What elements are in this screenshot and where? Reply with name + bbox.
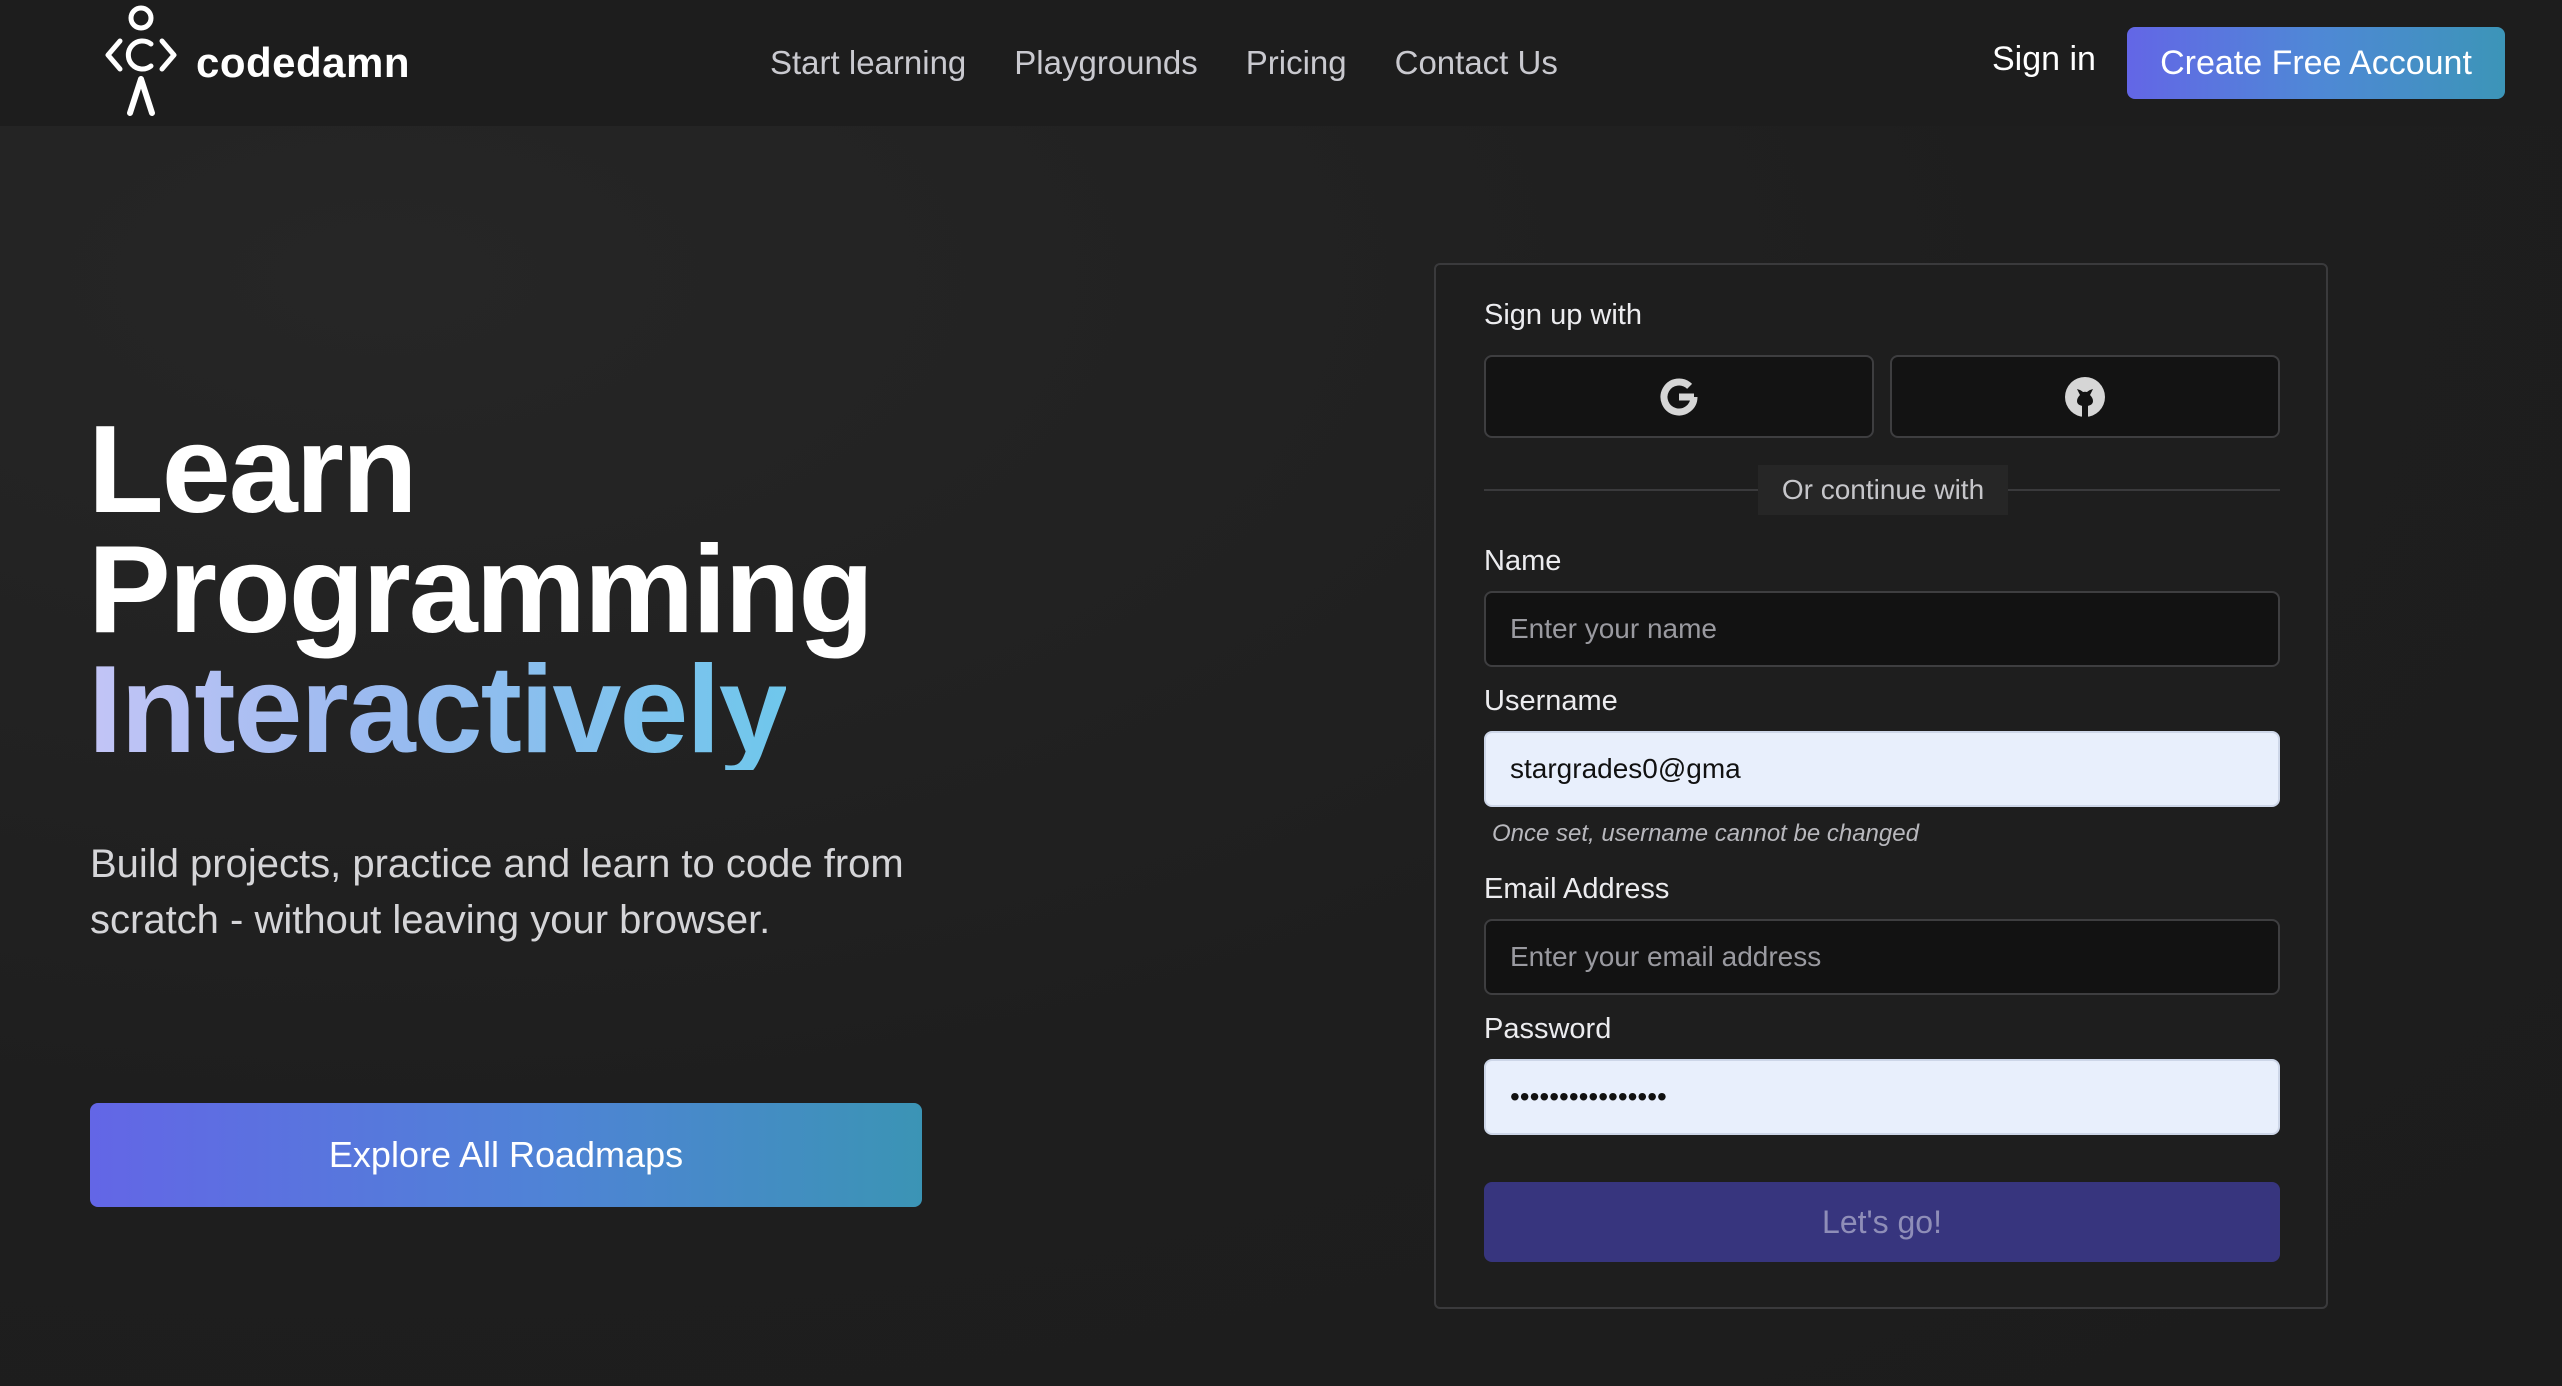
username-label: Username	[1484, 685, 1618, 717]
logo[interactable]: codedamn	[100, 0, 410, 126]
nav-link-start-learning[interactable]: Start learning	[770, 44, 966, 82]
nav-link-playgrounds[interactable]: Playgrounds	[1014, 44, 1197, 82]
email-input[interactable]	[1484, 919, 2280, 995]
password-label: Password	[1484, 1013, 1612, 1045]
nav-link-pricing[interactable]: Pricing	[1246, 44, 1347, 82]
password-input[interactable]	[1484, 1059, 2280, 1135]
or-continue-with-text: Or continue with	[1758, 465, 2008, 515]
top-nav: codedamn Start learning Playgrounds Pric…	[0, 0, 2562, 126]
name-input[interactable]	[1484, 591, 2280, 667]
lets-go-button[interactable]: Let's go!	[1484, 1182, 2280, 1262]
username-hint: Once set, username cannot be changed	[1492, 820, 1919, 847]
hero-title-gradient: Interactively	[88, 641, 788, 779]
signup-card: Sign up with Or continue with Name Usern…	[1434, 263, 2328, 1309]
nav-link-contact-us[interactable]: Contact Us	[1395, 44, 1558, 82]
google-signup-button[interactable]	[1484, 355, 1874, 438]
hero-subtitle: Build projects, practice and learn to co…	[90, 842, 904, 942]
codedamn-logo-icon	[105, 5, 177, 116]
email-label: Email Address	[1484, 873, 1670, 905]
name-label: Name	[1484, 545, 1562, 577]
hero-title-line-1: Learn	[88, 401, 418, 539]
signup-with-label: Sign up with	[1484, 299, 1642, 331]
hero-title: Learn Programming Interactively	[88, 401, 874, 779]
username-input[interactable]	[1484, 731, 2280, 807]
github-icon	[2065, 376, 2105, 417]
create-free-account-button[interactable]: Create Free Account	[2127, 27, 2505, 99]
page: codedamn Start learning Playgrounds Pric…	[0, 0, 2562, 1386]
google-icon	[1660, 378, 1698, 415]
github-signup-button[interactable]	[1890, 355, 2280, 438]
hero-title-line-2: Programming	[88, 521, 874, 659]
sign-in-link[interactable]: Sign in	[1992, 40, 2096, 79]
nav-links: Start learning Playgrounds Pricing Conta…	[770, 0, 1606, 126]
explore-roadmaps-button[interactable]: Explore All Roadmaps	[90, 1103, 922, 1207]
logo-text: codedamn	[196, 39, 411, 86]
